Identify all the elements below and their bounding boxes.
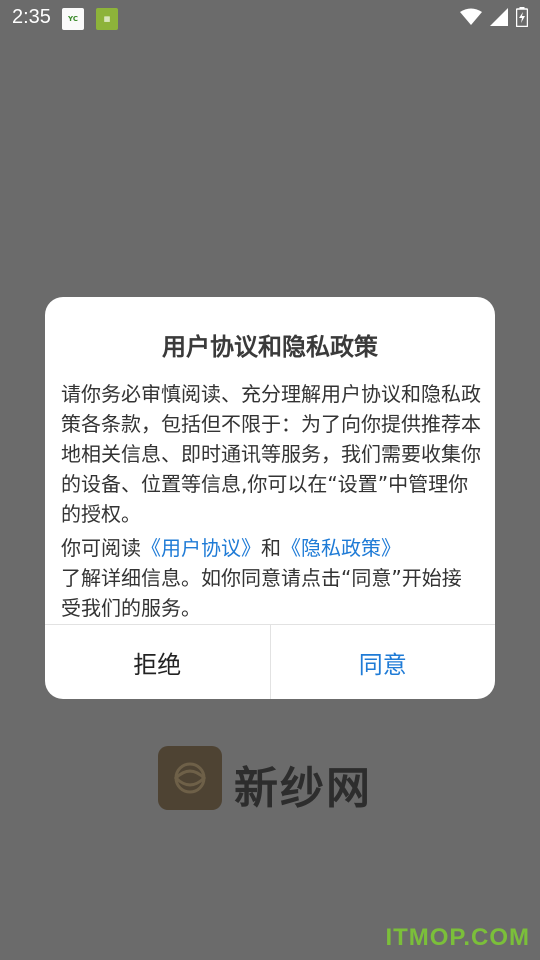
brand-name: 新纱网 [234, 763, 372, 814]
app-notification-icon: ▦ [96, 8, 118, 30]
battery-charging-icon [515, 7, 529, 31]
user-agreement-link[interactable]: 《用户协议》 [141, 536, 261, 560]
dialog-body: 请你务必审慎阅读、充分理解用户协议和隐私政策各条款，包括但不限于：为了向你提供推… [61, 379, 481, 623]
dialog-buttons: 拒绝 同意 [45, 624, 495, 699]
privacy-dialog: 用户协议和隐私政策 请你务必审慎阅读、充分理解用户协议和隐私政策各条款，包括但不… [45, 297, 495, 699]
screen: 2:35 YC ▦ 新纱网 ITMOP.COM 用户协议和隐私政策 请你务必审慎… [0, 0, 540, 960]
cellular-signal-icon [490, 8, 508, 30]
links-connector: 和 [261, 536, 281, 560]
wifi-icon [460, 8, 482, 30]
status-icons [460, 7, 529, 31]
dialog-links-line: 你可阅读《用户协议》和《隐私政策》 [61, 533, 481, 563]
watermark: ITMOP.COM [385, 924, 530, 951]
reject-button[interactable]: 拒绝 [45, 625, 271, 699]
status-bar: 2:35 YC ▦ [0, 0, 540, 36]
app-notification-icon: YC [62, 8, 84, 30]
dialog-paragraph: 请你务必审慎阅读、充分理解用户协议和隐私政策各条款，包括但不限于：为了向你提供推… [61, 382, 481, 526]
dialog-paragraph: 了解详细信息。如你同意请点击“同意”开始接受我们的服务。 [61, 566, 462, 620]
agree-button[interactable]: 同意 [271, 625, 496, 699]
links-prefix: 你可阅读 [61, 536, 141, 560]
privacy-policy-link[interactable]: 《隐私政策》 [281, 536, 401, 560]
dialog-title: 用户协议和隐私政策 [162, 333, 378, 361]
status-time: 2:35 [12, 6, 51, 28]
app-logo-icon [158, 746, 222, 810]
